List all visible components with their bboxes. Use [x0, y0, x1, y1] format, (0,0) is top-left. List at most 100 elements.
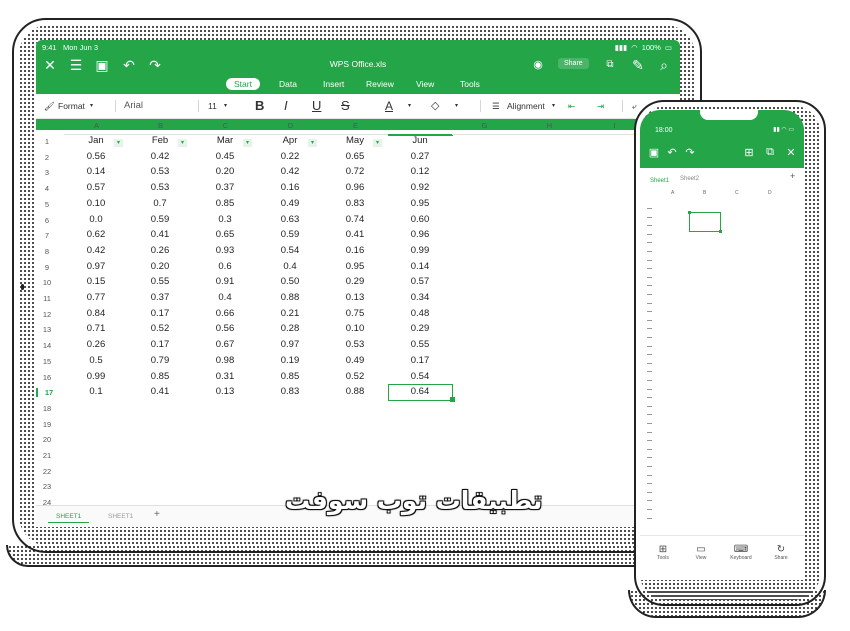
table-cell[interactable]: 0.10: [64, 198, 128, 209]
table-cell[interactable]: 0.7: [128, 198, 192, 209]
table-cell[interactable]: 0.21: [258, 308, 322, 319]
filter-dropdown-icon[interactable]: ▾: [178, 139, 187, 147]
header-cell[interactable]: Jun: [388, 135, 452, 146]
add-sheet-icon[interactable]: +: [790, 171, 795, 181]
table-cell[interactable]: 0.79: [128, 355, 192, 366]
phone-column-header[interactable]: B: [703, 190, 706, 196]
row-number[interactable]: 9: [36, 263, 58, 272]
table-cell[interactable]: 0.13: [193, 386, 257, 397]
table-cell[interactable]: 0.26: [64, 339, 128, 350]
table-cell[interactable]: 0.14: [64, 166, 128, 177]
row-number[interactable]: 6: [36, 216, 58, 225]
table-cell[interactable]: 0.62: [64, 229, 128, 240]
table-cell[interactable]: 0.28: [258, 323, 322, 334]
save-icon[interactable]: ▣: [648, 146, 660, 159]
table-cell[interactable]: 0.75: [323, 308, 387, 319]
row-number[interactable]: 17: [36, 388, 60, 398]
table-cell[interactable]: 0.55: [388, 339, 452, 350]
row-number[interactable]: 14: [36, 341, 58, 350]
row-number[interactable]: 7: [36, 231, 58, 240]
table-cell[interactable]: 0.52: [128, 323, 192, 334]
bold-button[interactable]: B: [255, 99, 264, 113]
table-cell[interactable]: 0.71: [64, 323, 128, 334]
table-cell[interactable]: 0.17: [128, 308, 192, 319]
increase-indent-icon[interactable]: ⇥: [597, 99, 604, 113]
format-dropdown[interactable]: Format: [58, 99, 85, 113]
column-header[interactable]: D: [258, 118, 323, 135]
wrap-text-icon[interactable]: ⤶: [632, 99, 637, 113]
table-cell[interactable]: 0.84: [64, 308, 128, 319]
table-cell[interactable]: 0.55: [128, 276, 192, 287]
add-sheet-icon[interactable]: +: [146, 507, 168, 522]
column-header[interactable]: E: [323, 118, 388, 135]
tab-tools[interactable]: Tools: [452, 78, 488, 90]
table-cell[interactable]: 0.95: [388, 198, 452, 209]
table-cell[interactable]: 0.66: [193, 308, 257, 319]
table-cell[interactable]: 0.22: [258, 151, 322, 162]
keyboard-button[interactable]: ⌨ Keyboard: [726, 544, 756, 561]
row-number[interactable]: 4: [36, 184, 58, 193]
phone-column-header[interactable]: D: [768, 190, 772, 196]
font-size-select[interactable]: 11: [208, 99, 217, 113]
decrease-indent-icon[interactable]: ⇤: [568, 99, 575, 113]
table-cell[interactable]: 0.16: [258, 182, 322, 193]
phone-selected-range[interactable]: [689, 212, 721, 232]
table-cell[interactable]: 0.85: [258, 371, 322, 382]
table-cell[interactable]: 0.5: [64, 355, 128, 366]
phone-sheet-tab-1[interactable]: Sheet1: [650, 178, 669, 184]
table-cell[interactable]: 0.99: [64, 371, 128, 382]
tools-button[interactable]: ⊞ Tools: [648, 544, 678, 561]
table-cell[interactable]: 0.95: [323, 261, 387, 272]
table-cell[interactable]: 0.65: [323, 151, 387, 162]
table-cell[interactable]: 0.48: [388, 308, 452, 319]
strikethrough-button[interactable]: S: [341, 99, 350, 113]
table-cell[interactable]: 0.56: [193, 323, 257, 334]
table-cell[interactable]: 0.59: [258, 229, 322, 240]
table-cell[interactable]: 0.45: [193, 151, 257, 162]
row-number[interactable]: 11: [36, 294, 58, 303]
fill-handle[interactable]: [450, 396, 455, 402]
selected-cell[interactable]: [388, 384, 453, 401]
table-cell[interactable]: 0.63: [258, 214, 322, 225]
table-cell[interactable]: 0.97: [258, 339, 322, 350]
column-header[interactable]: A: [64, 118, 129, 135]
table-cell[interactable]: 0.72: [323, 166, 387, 177]
row-number[interactable]: 8: [36, 247, 58, 256]
table-cell[interactable]: 0.16: [323, 245, 387, 256]
phone-sheet-tab-2[interactable]: Sheet2: [680, 176, 699, 182]
table-cell[interactable]: 0.42: [64, 245, 128, 256]
table-cell[interactable]: 0.3: [193, 214, 257, 225]
table-cell[interactable]: 0.96: [388, 229, 452, 240]
row-number[interactable]: 2: [36, 153, 58, 162]
table-cell[interactable]: 0.41: [128, 229, 192, 240]
row-number[interactable]: 19: [36, 420, 58, 429]
column-header[interactable]: B: [128, 118, 193, 135]
table-cell[interactable]: 0.77: [64, 292, 128, 303]
grid-icon[interactable]: ⊞: [743, 146, 755, 159]
table-cell[interactable]: 0.10: [323, 323, 387, 334]
row-number[interactable]: 15: [36, 357, 58, 366]
tab-data[interactable]: Data: [271, 78, 305, 90]
alignment-dropdown[interactable]: Alignment: [507, 99, 545, 113]
pages-icon[interactable]: ⧉: [764, 146, 776, 159]
row-number[interactable]: 16: [36, 373, 58, 382]
table-cell[interactable]: 0.88: [323, 386, 387, 397]
table-cell[interactable]: 0.4: [193, 292, 257, 303]
table-cell[interactable]: 0.13: [323, 292, 387, 303]
table-cell[interactable]: 0.67: [193, 339, 257, 350]
selection-handle[interactable]: [688, 211, 691, 214]
filter-dropdown-icon[interactable]: ▾: [373, 139, 382, 147]
table-cell[interactable]: 0.56: [64, 151, 128, 162]
search-icon[interactable]: ⌕: [656, 57, 672, 73]
share-button[interactable]: Share: [558, 58, 589, 69]
row-number[interactable]: 21: [36, 451, 58, 460]
row-number[interactable]: 20: [36, 435, 58, 444]
table-cell[interactable]: 0.49: [323, 355, 387, 366]
table-cell[interactable]: 0.12: [388, 166, 452, 177]
table-cell[interactable]: 0.91: [193, 276, 257, 287]
italic-button[interactable]: I: [284, 99, 288, 113]
filter-dropdown-icon[interactable]: ▾: [243, 139, 252, 147]
format-icon[interactable]: 🖌: [44, 99, 55, 113]
table-cell[interactable]: 0.65: [193, 229, 257, 240]
table-cell[interactable]: 0.27: [388, 151, 452, 162]
